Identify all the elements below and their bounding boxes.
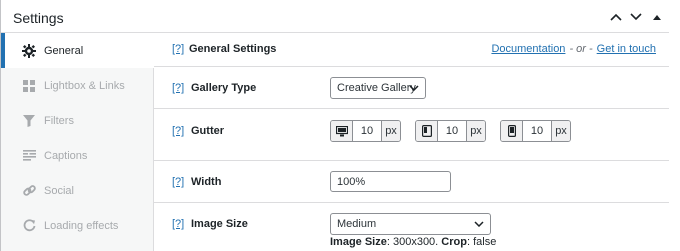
width-input[interactable]: 100% — [330, 171, 451, 192]
sidebar-item-filters[interactable]: Filters — [1, 103, 154, 138]
gutter-desktop-field: 10 px — [330, 120, 401, 142]
sidebar-item-loading-effects[interactable]: Loading effects — [1, 208, 154, 243]
help-link[interactable]: [?] — [172, 218, 184, 230]
captions-icon — [22, 149, 36, 163]
width-label: Width — [191, 176, 222, 188]
crop-desc-value: : false — [466, 236, 497, 248]
settings-panel: Settings General Lightbox & Links Filter… — [0, 0, 670, 251]
width-row: [?] Width 100% — [154, 161, 670, 203]
page-background-strip — [669, 0, 680, 251]
gutter-tablet-input[interactable]: 10 — [438, 121, 466, 141]
chevron-down-icon — [409, 85, 419, 91]
link-icon — [22, 184, 36, 198]
desktop-icon — [331, 121, 353, 141]
image-size-desc-value: : 300x300. — [386, 236, 439, 248]
caret-up-icon — [653, 15, 661, 20]
help-link[interactable]: [?] — [172, 82, 184, 94]
mobile-icon — [501, 121, 523, 141]
sidebar-item-general[interactable]: General — [1, 33, 155, 68]
help-link[interactable]: [?] — [172, 125, 184, 137]
settings-content: [?] General Settings Documentation - or -… — [154, 33, 670, 251]
section-title: General Settings — [189, 43, 277, 55]
settings-sidebar: General Lightbox & Links Filters Caption… — [1, 33, 155, 251]
sidebar-item-social[interactable]: Social — [1, 173, 154, 208]
gutter-mobile-field: 10 px — [500, 120, 571, 142]
documentation-link[interactable]: Documentation — [491, 43, 565, 55]
gallery-type-row: [?] Gallery Type Creative Gallery — [154, 67, 670, 109]
tablet-icon — [416, 121, 438, 141]
links-separator: - or - — [569, 43, 593, 55]
crop-desc-label: Crop — [441, 236, 467, 248]
filter-icon — [22, 114, 36, 128]
image-size-select[interactable]: Medium — [330, 213, 491, 235]
panel-header: Settings — [1, 0, 670, 33]
chevron-up-icon — [610, 13, 622, 21]
help-link[interactable]: [?] — [172, 43, 184, 55]
get-in-touch-link[interactable]: Get in touch — [597, 43, 656, 55]
sidebar-item-captions[interactable]: Captions — [1, 138, 154, 173]
refresh-icon — [22, 219, 36, 233]
sidebar-item-lightbox-links[interactable]: Lightbox & Links — [1, 68, 154, 103]
gear-icon — [22, 43, 36, 58]
gutter-unit: px — [551, 121, 570, 141]
grid-icon — [22, 79, 36, 93]
move-up-button[interactable] — [607, 8, 625, 26]
move-down-button[interactable] — [627, 8, 645, 26]
gutter-label: Gutter — [191, 125, 224, 137]
gallery-type-label: Gallery Type — [191, 82, 257, 94]
image-size-label: Image Size — [191, 218, 248, 230]
gutter-mobile-input[interactable]: 10 — [523, 121, 551, 141]
help-link[interactable]: [?] — [172, 176, 184, 188]
gutter-unit: px — [466, 121, 485, 141]
image-size-value: Medium — [337, 218, 377, 230]
gallery-type-select[interactable]: Creative Gallery — [330, 77, 426, 99]
sidebar-item-label: Social — [44, 184, 74, 197]
sidebar-item-label: General — [44, 44, 84, 57]
gutter-row: [?] Gutter 10 px 10 px 10 px — [154, 109, 670, 161]
sidebar-item-label: Captions — [44, 149, 88, 162]
gutter-desktop-input[interactable]: 10 — [353, 121, 381, 141]
support-links: Documentation - or - Get in touch — [491, 43, 656, 55]
chevron-down-icon — [630, 13, 642, 21]
sidebar-item-label: Filters — [44, 114, 74, 127]
panel-title: Settings — [13, 10, 64, 26]
chevron-down-icon — [474, 221, 484, 227]
gallery-type-value: Creative Gallery — [337, 82, 416, 94]
image-size-description: Image Size: 300x300. Crop: false — [330, 236, 496, 248]
sidebar-item-label: Lightbox & Links — [44, 79, 125, 92]
section-header-row: [?] General Settings Documentation - or -… — [154, 33, 670, 67]
gutter-tablet-field: 10 px — [415, 120, 486, 142]
sidebar-item-label: Loading effects — [44, 219, 119, 232]
image-size-row: [?] Image Size Medium Image Size: 300x30… — [154, 203, 670, 251]
gutter-unit: px — [381, 121, 400, 141]
width-value: 100% — [337, 175, 366, 188]
image-size-desc-label: Image Size — [330, 236, 387, 248]
collapse-toggle-button[interactable] — [648, 8, 666, 26]
